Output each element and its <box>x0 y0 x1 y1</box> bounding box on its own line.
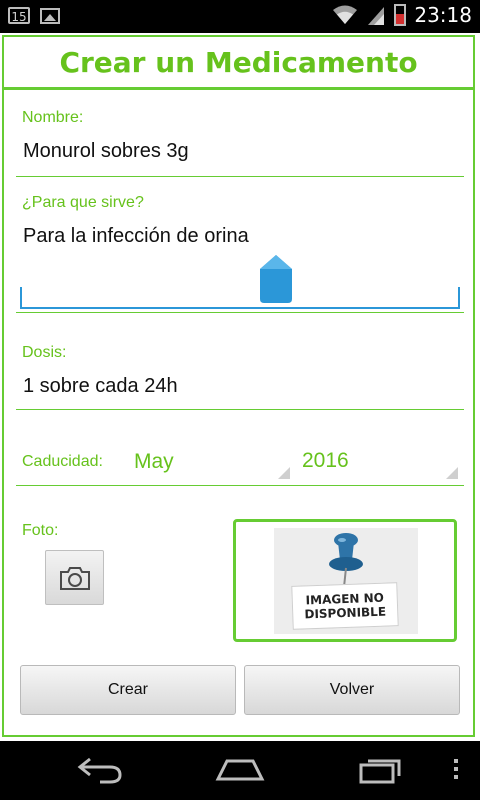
year-spinner-arrow-icon <box>446 467 458 479</box>
status-right: 23:18 <box>332 3 472 27</box>
no-image-card: IMAGEN NO DISPONIBLE <box>291 582 399 630</box>
navigation-bar <box>0 741 480 800</box>
caducidad-label: Caducidad: <box>22 453 103 470</box>
calendar-badge-icon: 15 <box>8 7 30 24</box>
status-bar: 15 23:18 <box>0 0 480 33</box>
page-title: Crear un Medicamento <box>59 45 418 79</box>
camera-button[interactable] <box>45 550 104 605</box>
dosis-field[interactable]: 1 sobre cada 24h <box>23 375 178 398</box>
wifi-icon <box>333 5 358 24</box>
title-bar: Crear un Medicamento <box>4 37 473 90</box>
nombre-field[interactable]: Monurol sobres 3g <box>23 140 189 163</box>
foto-label: Foto: <box>22 522 59 539</box>
gallery-icon <box>40 7 60 24</box>
month-spinner-arrow-icon <box>278 467 290 479</box>
no-image-text-line2: DISPONIBLE <box>304 604 387 622</box>
para-que-sirve-edit-underline[interactable] <box>20 287 460 309</box>
dosis-underline <box>16 409 464 410</box>
status-left: 15 <box>8 7 60 24</box>
month-spinner[interactable]: May <box>134 450 174 474</box>
dosis-label: Dosis: <box>22 344 67 361</box>
nombre-underline <box>16 176 464 177</box>
back-icon[interactable] <box>76 755 124 785</box>
volver-button[interactable]: Volver <box>244 665 460 715</box>
nombre-label: Nombre: <box>22 109 84 126</box>
menu-icon[interactable] <box>454 759 458 783</box>
image-placeholder: IMAGEN NO DISPONIBLE <box>274 528 418 634</box>
year-spinner[interactable]: 2016 <box>302 449 349 473</box>
camera-icon <box>59 566 90 590</box>
crear-button[interactable]: Crear <box>20 665 236 715</box>
pushpin-icon <box>329 533 363 588</box>
recent-apps-icon[interactable] <box>358 755 404 785</box>
para-que-sirve-label: ¿Para que sirve? <box>22 194 144 211</box>
battery-low-icon <box>394 4 407 26</box>
app-screen: Crear un Medicamento Nombre: Monurol sob… <box>0 33 480 741</box>
home-icon[interactable] <box>215 755 265 785</box>
caducidad-underline <box>16 485 464 486</box>
signal-icon <box>368 7 385 25</box>
photo-preview-box[interactable]: IMAGEN NO DISPONIBLE <box>233 519 457 642</box>
clock: 23:18 <box>414 3 472 27</box>
para-que-sirve-field[interactable]: Para la infección de orina <box>23 225 249 248</box>
text-cursor-handle[interactable] <box>260 255 292 303</box>
para-que-sirve-divider <box>16 312 464 313</box>
